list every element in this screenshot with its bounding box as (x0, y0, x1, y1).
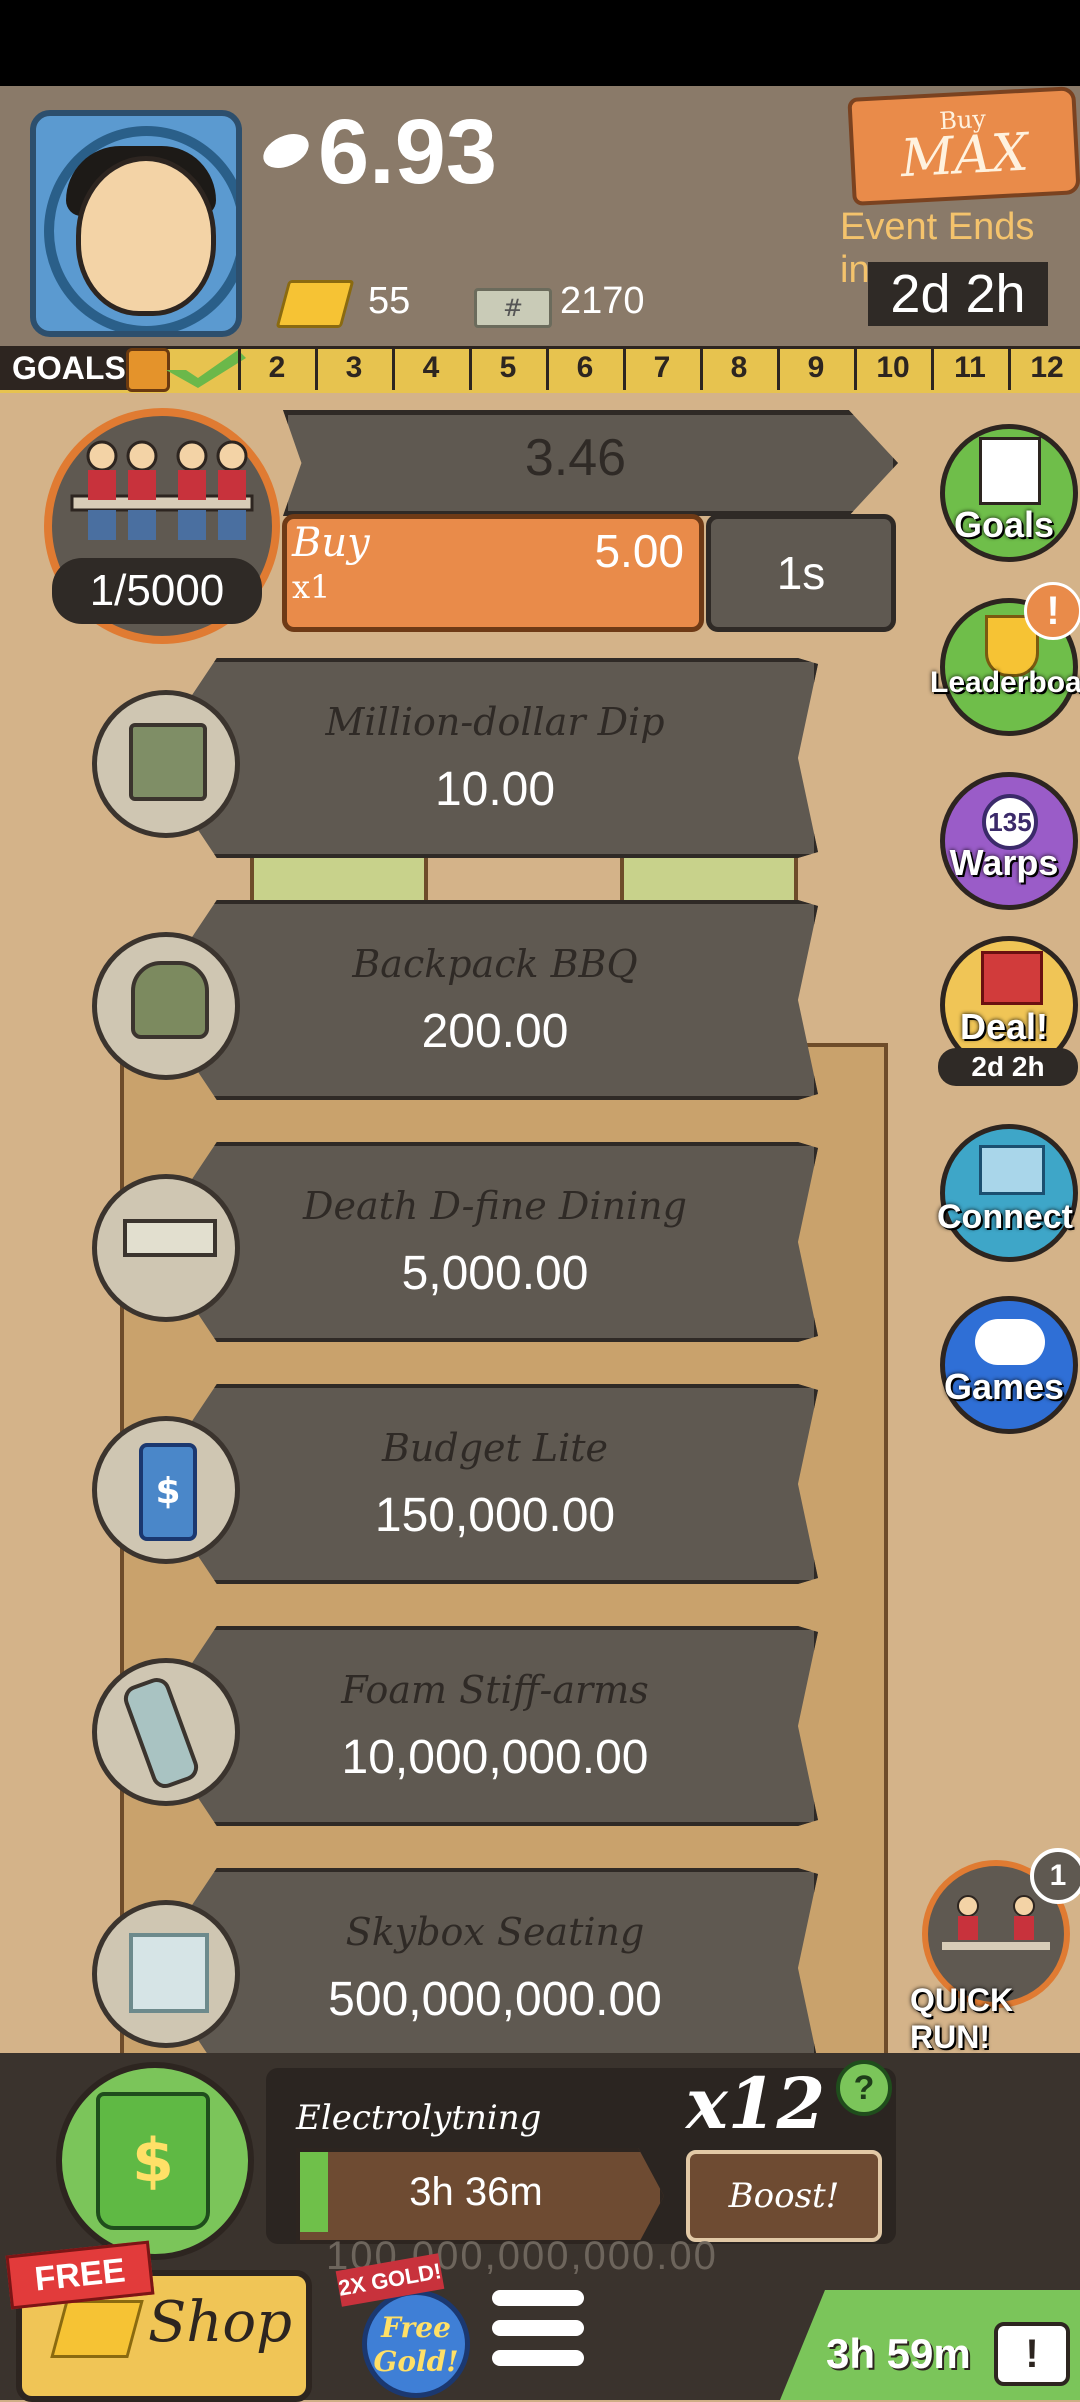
multiplier-label: x12 (686, 2062, 826, 2145)
goal-number: 5 (469, 346, 544, 390)
business-name: Skybox Seating (345, 1910, 645, 1954)
can-icon: $ (139, 1443, 197, 1541)
goal-number: 2 (238, 346, 313, 390)
business-value: 200.00 (421, 1005, 569, 1058)
boost-button[interactable]: Boost! (686, 2150, 882, 2242)
ad-boost-timer: 3h 59m (826, 2330, 971, 2377)
business-name: Death D-fine Dining (303, 1184, 687, 1228)
connect-label: Connect (937, 1198, 1073, 1236)
business-row-banner[interactable] (150, 1626, 818, 1826)
deal-label: Deal! (959, 1006, 1049, 1047)
quick-run-label: QUICK RUN! (910, 1982, 1014, 2055)
business-row-banner[interactable] (150, 1868, 818, 2068)
status-bar (0, 0, 1080, 86)
foam-arm-icon (119, 1674, 203, 1792)
cards-icon (979, 1145, 1045, 1195)
connect-button[interactable] (940, 1124, 1078, 1262)
goal-number: 10 (854, 346, 929, 390)
hippo-icon (975, 1319, 1045, 1365)
goals-label: GOALS (0, 346, 130, 390)
goal-number: 3 (315, 346, 390, 390)
goal-number: 6 (546, 346, 621, 390)
buy-max-big-label: MAX (899, 122, 1030, 190)
tv-icon: ! (994, 2322, 1070, 2386)
megabucks-icon: # (474, 288, 552, 328)
business-row-banner[interactable] (150, 658, 818, 858)
goal-number: 12 (1008, 346, 1080, 390)
leaderboard-alert-badge: ! (1024, 582, 1080, 640)
gold-icon (50, 2300, 144, 2358)
business-name: Foam Stiff-arms (341, 1668, 649, 1712)
help-button[interactable]: ? (836, 2060, 892, 2116)
menu-line (492, 2350, 584, 2366)
gift-box-icon (981, 951, 1043, 1005)
business-name: Backpack BBQ (352, 942, 638, 986)
deal-timer: 2d 2h (938, 1048, 1078, 1086)
buy-cost: 5.00 (594, 525, 684, 577)
cooler-icon (129, 723, 207, 801)
player-avatar[interactable] (30, 110, 242, 337)
team-icon (70, 440, 254, 540)
business-value: 500,000,000.00 (328, 1973, 662, 2026)
gift-icon (126, 348, 170, 392)
business-name: Million-dollar Dip (325, 700, 665, 744)
gold-count: 55 (368, 280, 411, 322)
buy-label: Buy (292, 520, 370, 566)
seat-icon (129, 1933, 209, 2013)
business-name: Budget Lite (381, 1426, 609, 1470)
table-icon (123, 1219, 217, 1257)
trash-can-icon: $ (96, 2092, 210, 2230)
goal-number: 9 (777, 346, 852, 390)
event-time-remaining: 3h 36m (409, 2170, 543, 2214)
menu-line (492, 2290, 584, 2306)
hamburger-menu-button[interactable] (492, 2290, 586, 2386)
progress-value: 3.46 (524, 429, 627, 487)
goal-number: 4 (392, 346, 467, 390)
shop-label: Shop (148, 2290, 292, 2355)
football-balance: 6.93 (318, 101, 498, 203)
timer-button[interactable]: 1s (706, 514, 896, 632)
goal-number: 11 (931, 346, 1006, 390)
menu-line (492, 2320, 584, 2336)
goal-number: 7 (623, 346, 698, 390)
goal-number: 8 (700, 346, 775, 390)
games-label: Games (943, 1366, 1065, 1407)
business-value: 10,000,000.00 (341, 1731, 649, 1784)
business-value: 10.00 (434, 763, 556, 816)
games-button[interactable] (940, 1296, 1078, 1434)
free-gold-button[interactable]: Free Gold! (362, 2290, 470, 2398)
business-value: 5,000.00 (401, 1247, 589, 1300)
backpack-icon (131, 961, 209, 1039)
goals-side-label: Goals (953, 504, 1055, 545)
megabucks-count: 2170 (560, 280, 645, 322)
event-business-name: Electrolytning (296, 2098, 542, 2138)
buy-max-button[interactable]: Buy MAX (847, 86, 1080, 206)
checklist-icon (979, 437, 1041, 505)
business-row-banner[interactable] (150, 1384, 818, 1584)
business-row-banner[interactable] (150, 1142, 818, 1342)
leaderboard-label: Leaderboard (930, 666, 1080, 699)
avatar-face (76, 156, 216, 316)
manager-count: 1/5000 (52, 558, 262, 624)
buy-multiplier: x1 (292, 568, 331, 606)
quick-run-badge: 1 (1030, 1848, 1080, 1904)
gold-icon (275, 280, 355, 328)
event-time: 2d 2h (868, 262, 1048, 326)
business-value: 150,000.00 (374, 1489, 616, 1542)
business-row-banner[interactable] (150, 900, 818, 1100)
warps-label: Warps (949, 842, 1059, 883)
